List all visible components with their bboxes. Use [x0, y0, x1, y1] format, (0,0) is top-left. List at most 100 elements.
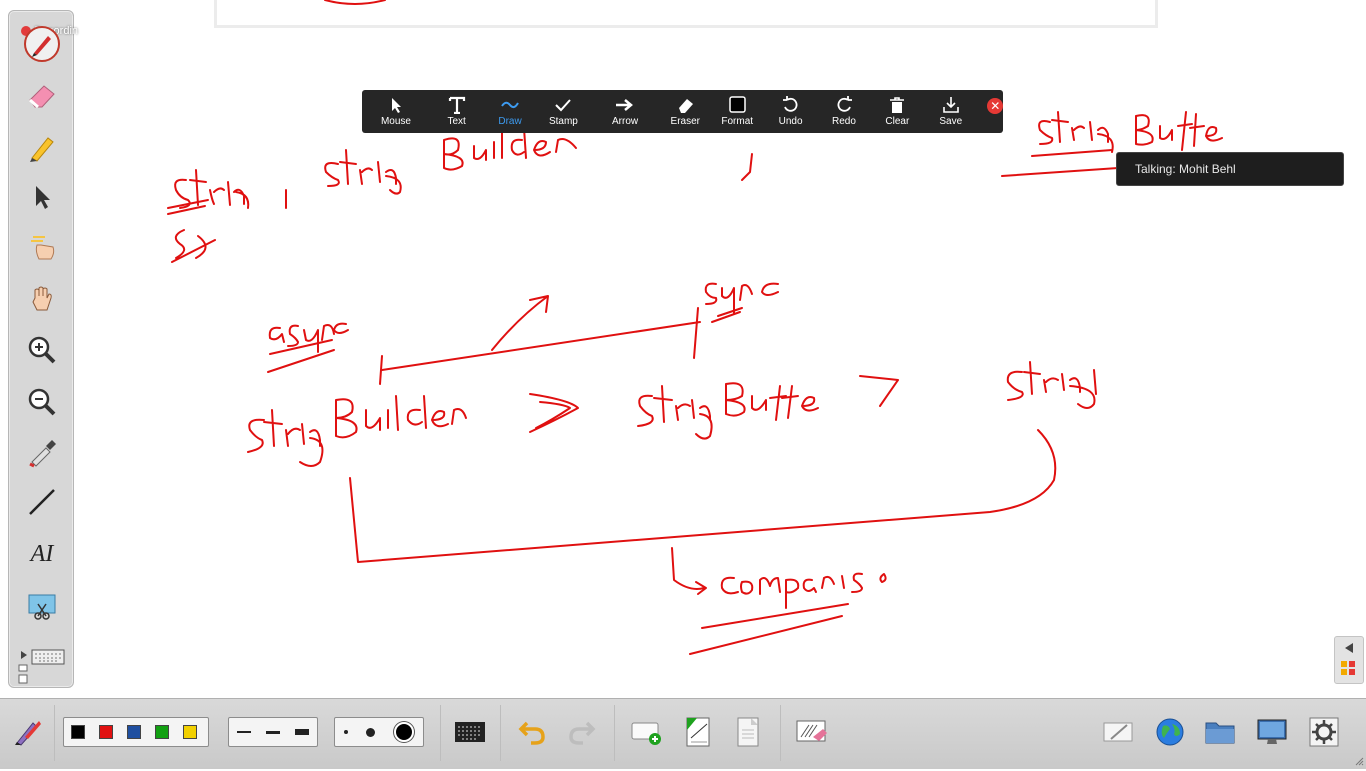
point-size-group	[334, 717, 424, 747]
separator	[440, 705, 441, 761]
redo-button[interactable]: Redo	[817, 90, 870, 133]
close-icon: ✕	[990, 99, 1001, 113]
text-tool-icon: AI	[30, 540, 54, 567]
redo-label: Redo	[832, 116, 856, 127]
thin-line-option[interactable]	[236, 731, 251, 733]
spotlight-hand-icon	[31, 236, 55, 260]
separator	[780, 705, 781, 761]
stamp-tool-button[interactable]: Stamp	[537, 90, 590, 133]
trash-icon	[890, 97, 905, 113]
new-page-button[interactable]	[628, 713, 664, 751]
large-dot-option[interactable]	[393, 722, 414, 742]
expand-panel-icon	[1341, 643, 1355, 675]
mouse-tool-button[interactable]: Mouse	[362, 90, 430, 133]
color-swatch-black[interactable]	[71, 725, 85, 739]
keyboard-toggle-button[interactable]	[452, 713, 488, 751]
desktop-mode-button[interactable]	[1254, 713, 1290, 751]
close-annotation-button[interactable]: ✕	[987, 98, 1003, 114]
clear-button[interactable]: Clear	[871, 90, 924, 133]
collapse-arrow-icon	[18, 651, 28, 684]
pen-menu-button[interactable]	[10, 713, 46, 751]
page-view-button[interactable]	[730, 713, 766, 751]
color-swatch-green[interactable]	[155, 725, 169, 739]
web-browser-button[interactable]	[1152, 713, 1188, 751]
redo-bottom-button[interactable]	[564, 713, 600, 751]
line-icon	[29, 489, 55, 515]
whiteboard-mode-button[interactable]	[1100, 713, 1136, 751]
small-dot-option[interactable]	[344, 730, 349, 734]
globe-icon	[1156, 718, 1184, 746]
undo-arrow-icon	[518, 721, 545, 745]
toolbox-collapse-button[interactable]	[17, 647, 31, 687]
zoom-out-icon	[28, 388, 56, 416]
talking-indicator: Talking: Mohit Behl	[1116, 152, 1344, 186]
new-page-icon	[631, 722, 661, 745]
resize-grip-icon	[1355, 757, 1364, 766]
cursor-icon	[391, 98, 401, 113]
line-width-group	[228, 717, 318, 747]
eraser-tool-button[interactable]: Eraser	[660, 90, 710, 133]
medium-dot-option[interactable]	[366, 727, 376, 737]
thick-line-option[interactable]	[295, 729, 310, 735]
gear-icon	[1309, 717, 1339, 747]
zoom-out-tool[interactable]	[23, 383, 61, 421]
eyedropper-tool[interactable]	[23, 433, 61, 471]
arrow-tool-label: Arrow	[612, 116, 639, 127]
folder-icon	[1205, 722, 1235, 744]
checkmark-icon	[555, 99, 572, 112]
clear-label: Clear	[885, 116, 910, 127]
stamp-tool-label: Stamp	[548, 116, 578, 127]
text-tool-label: Text	[447, 116, 466, 127]
open-folder-button[interactable]	[1202, 713, 1238, 751]
screen-capture-icon	[28, 594, 56, 620]
pen-tool[interactable]	[23, 25, 61, 63]
save-label: Save	[939, 116, 963, 127]
right-mini-panel[interactable]	[1334, 636, 1364, 684]
annotate-toolbar: Mouse Text Draw Stamp Arrow Eraser Forma…	[362, 90, 1003, 133]
resize-grip[interactable]	[1354, 753, 1364, 771]
format-square-icon	[729, 96, 746, 113]
eraser-icon	[29, 85, 55, 109]
arrow-right-icon	[616, 99, 634, 111]
separator	[54, 705, 55, 761]
zoom-in-tool[interactable]	[23, 331, 61, 369]
undo-icon	[782, 96, 798, 112]
color-swatch-blue[interactable]	[127, 725, 141, 739]
medium-line-option[interactable]	[265, 730, 280, 734]
select-arrow-icon	[36, 186, 50, 209]
pen-icon	[24, 26, 60, 62]
settings-button[interactable]	[1306, 713, 1342, 751]
arrow-tool-button[interactable]: Arrow	[590, 90, 660, 133]
keyboard-button[interactable]	[31, 647, 65, 667]
eraser-tool-label: Eraser	[670, 116, 700, 127]
color-palette	[63, 717, 209, 747]
undo-label: Undo	[778, 116, 803, 127]
monitor-icon	[1257, 719, 1287, 744]
draw-tool-button[interactable]: Draw	[483, 90, 536, 133]
eraser-icon	[679, 99, 694, 113]
pen-page-icon	[1103, 722, 1133, 742]
pan-tool[interactable]	[23, 281, 61, 319]
eyedropper-icon	[29, 440, 56, 468]
highlighter-tool[interactable]	[23, 129, 61, 167]
screen-capture-tool[interactable]	[23, 587, 61, 625]
color-swatch-yellow[interactable]	[183, 725, 197, 739]
select-tool[interactable]	[23, 179, 61, 217]
undo-bottom-button[interactable]	[514, 713, 550, 751]
separator	[500, 705, 501, 761]
color-swatch-red[interactable]	[99, 725, 113, 739]
notes-page-icon	[686, 717, 710, 747]
eraser-tool[interactable]	[23, 77, 61, 115]
spotlight-tool[interactable]	[23, 229, 61, 267]
undo-button[interactable]: Undo	[764, 90, 817, 133]
line-tool[interactable]	[23, 483, 61, 521]
save-button[interactable]: Save	[924, 90, 977, 133]
text-tool[interactable]: AI	[23, 535, 61, 573]
text-tool-button[interactable]: Text	[430, 90, 483, 133]
erase-page-button[interactable]	[794, 713, 830, 751]
page-icon	[737, 717, 759, 747]
text-icon	[448, 96, 465, 114]
left-toolbox: Recordin AI	[8, 10, 78, 688]
page-notes-button[interactable]	[680, 713, 716, 751]
format-tool-button[interactable]: Format	[711, 90, 764, 133]
